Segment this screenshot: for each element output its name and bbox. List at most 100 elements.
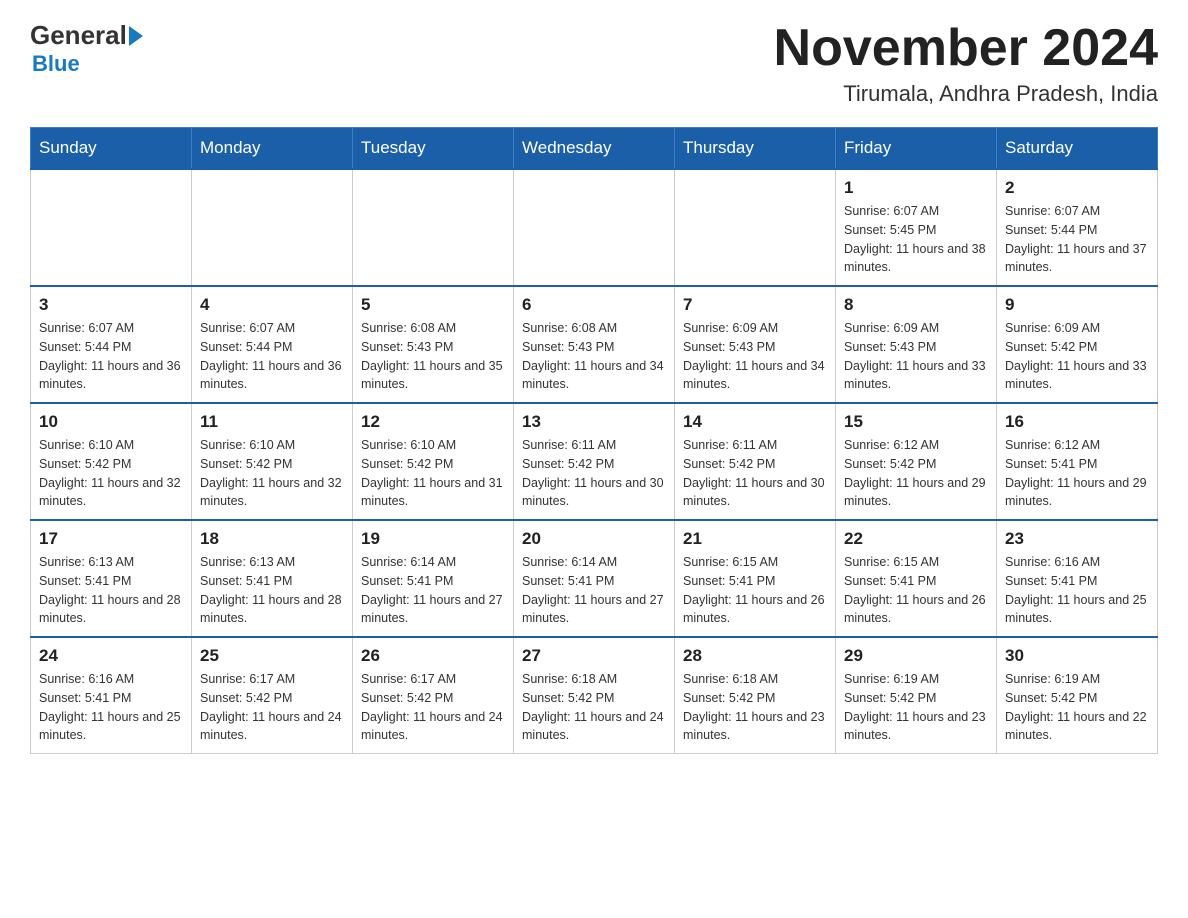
logo-arrow-icon [129,26,143,46]
day-number: 9 [1005,295,1149,315]
calendar-cell: 23 Sunrise: 6:16 AMSunset: 5:41 PMDayligh… [997,520,1158,637]
day-info: Sunrise: 6:12 AMSunset: 5:42 PMDaylight:… [844,436,988,511]
day-info: Sunrise: 6:17 AMSunset: 5:42 PMDaylight:… [361,670,505,745]
day-info: Sunrise: 6:08 AMSunset: 5:43 PMDaylight:… [361,319,505,394]
calendar-cell: 29Sunrise: 6:19 AMSunset: 5:42 PMDayligh… [836,637,997,754]
calendar-cell [514,169,675,286]
calendar-cell: 30Sunrise: 6:19 AMSunset: 5:42 PMDayligh… [997,637,1158,754]
calendar-cell [192,169,353,286]
day-info: Sunrise: 6:07 AMSunset: 5:44 PMDaylight:… [200,319,344,394]
calendar-cell: 7 Sunrise: 6:09 AMSunset: 5:43 PMDaylight… [675,286,836,403]
calendar-cell: 27Sunrise: 6:18 AMSunset: 5:42 PMDayligh… [514,637,675,754]
location: Tirumala, Andhra Pradesh, India [774,81,1158,107]
calendar-cell: 4 Sunrise: 6:07 AMSunset: 5:44 PMDaylight… [192,286,353,403]
day-info: Sunrise: 6:12 AMSunset: 5:41 PMDaylight:… [1005,436,1149,511]
calendar-cell: 18 Sunrise: 6:13 AMSunset: 5:41 PMDayligh… [192,520,353,637]
day-info: Sunrise: 6:17 AMSunset: 5:42 PMDaylight:… [200,670,344,745]
day-info: Sunrise: 6:08 AMSunset: 5:43 PMDaylight:… [522,319,666,394]
title-area: November 2024 Tirumala, Andhra Pradesh, … [774,20,1158,107]
calendar-cell: 2 Sunrise: 6:07 AMSunset: 5:44 PMDaylight… [997,169,1158,286]
logo-text: General [30,20,145,51]
month-title: November 2024 [774,20,1158,77]
week-row-4: 17Sunrise: 6:13 AMSunset: 5:41 PMDayligh… [31,520,1158,637]
calendar-cell: 20 Sunrise: 6:14 AMSunset: 5:41 PMDayligh… [514,520,675,637]
day-number: 14 [683,412,827,432]
day-number: 22 [844,529,988,549]
col-header-thursday: Thursday [675,128,836,170]
calendar-cell: 16 Sunrise: 6:12 AMSunset: 5:41 PMDayligh… [997,403,1158,520]
logo-general: General [30,20,127,51]
calendar-cell: 24 Sunrise: 6:16 AMSunset: 5:41 PMDayligh… [31,637,192,754]
day-info: Sunrise: 6:18 AMSunset: 5:42 PMDaylight:… [522,670,666,745]
logo: General Blue [30,20,145,77]
logo-blue-text: Blue [32,51,80,77]
calendar-cell: 13Sunrise: 6:11 AMSunset: 5:42 PMDayligh… [514,403,675,520]
day-number: 30 [1005,646,1149,666]
col-header-tuesday: Tuesday [353,128,514,170]
day-number: 1 [844,178,988,198]
calendar-cell: 26 Sunrise: 6:17 AMSunset: 5:42 PMDayligh… [353,637,514,754]
day-number: 24 [39,646,183,666]
day-number: 5 [361,295,505,315]
calendar-cell: 15Sunrise: 6:12 AMSunset: 5:42 PMDayligh… [836,403,997,520]
day-number: 12 [361,412,505,432]
day-info: Sunrise: 6:13 AMSunset: 5:41 PMDaylight:… [39,553,183,628]
day-info: Sunrise: 6:07 AMSunset: 5:44 PMDaylight:… [1005,202,1149,277]
day-number: 26 [361,646,505,666]
calendar-cell: 11 Sunrise: 6:10 AMSunset: 5:42 PMDayligh… [192,403,353,520]
calendar-cell: 17Sunrise: 6:13 AMSunset: 5:41 PMDayligh… [31,520,192,637]
day-info: Sunrise: 6:07 AMSunset: 5:45 PMDaylight:… [844,202,988,277]
day-number: 23 [1005,529,1149,549]
day-number: 13 [522,412,666,432]
week-row-2: 3 Sunrise: 6:07 AMSunset: 5:44 PMDaylight… [31,286,1158,403]
day-info: Sunrise: 6:10 AMSunset: 5:42 PMDaylight:… [200,436,344,511]
day-info: Sunrise: 6:16 AMSunset: 5:41 PMDaylight:… [39,670,183,745]
calendar-cell: 10 Sunrise: 6:10 AMSunset: 5:42 PMDayligh… [31,403,192,520]
col-header-monday: Monday [192,128,353,170]
day-info: Sunrise: 6:15 AMSunset: 5:41 PMDaylight:… [683,553,827,628]
day-info: Sunrise: 6:09 AMSunset: 5:43 PMDaylight:… [683,319,827,394]
day-info: Sunrise: 6:14 AMSunset: 5:41 PMDaylight:… [361,553,505,628]
day-info: Sunrise: 6:10 AMSunset: 5:42 PMDaylight:… [39,436,183,511]
day-number: 28 [683,646,827,666]
calendar-cell: 1 Sunrise: 6:07 AMSunset: 5:45 PMDaylight… [836,169,997,286]
day-number: 18 [200,529,344,549]
day-info: Sunrise: 6:14 AMSunset: 5:41 PMDaylight:… [522,553,666,628]
calendar-cell: 3 Sunrise: 6:07 AMSunset: 5:44 PMDaylight… [31,286,192,403]
day-number: 6 [522,295,666,315]
day-number: 2 [1005,178,1149,198]
calendar-cell: 22 Sunrise: 6:15 AMSunset: 5:41 PMDayligh… [836,520,997,637]
day-info: Sunrise: 6:15 AMSunset: 5:41 PMDaylight:… [844,553,988,628]
day-number: 7 [683,295,827,315]
day-info: Sunrise: 6:19 AMSunset: 5:42 PMDaylight:… [844,670,988,745]
day-number: 11 [200,412,344,432]
day-number: 3 [39,295,183,315]
calendar-cell [31,169,192,286]
calendar-cell [353,169,514,286]
week-row-3: 10 Sunrise: 6:10 AMSunset: 5:42 PMDayligh… [31,403,1158,520]
day-number: 4 [200,295,344,315]
calendar-header-row: SundayMondayTuesdayWednesdayThursdayFrid… [31,128,1158,170]
day-number: 20 [522,529,666,549]
day-number: 16 [1005,412,1149,432]
day-number: 8 [844,295,988,315]
day-number: 10 [39,412,183,432]
day-info: Sunrise: 6:11 AMSunset: 5:42 PMDaylight:… [683,436,827,511]
calendar-cell: 6 Sunrise: 6:08 AMSunset: 5:43 PMDaylight… [514,286,675,403]
col-header-saturday: Saturday [997,128,1158,170]
col-header-friday: Friday [836,128,997,170]
calendar-cell: 14 Sunrise: 6:11 AMSunset: 5:42 PMDayligh… [675,403,836,520]
day-number: 19 [361,529,505,549]
day-info: Sunrise: 6:09 AMSunset: 5:42 PMDaylight:… [1005,319,1149,394]
calendar-table: SundayMondayTuesdayWednesdayThursdayFrid… [30,127,1158,754]
day-info: Sunrise: 6:13 AMSunset: 5:41 PMDaylight:… [200,553,344,628]
calendar-cell: 9 Sunrise: 6:09 AMSunset: 5:42 PMDaylight… [997,286,1158,403]
page-header: General Blue November 2024 Tirumala, And… [30,20,1158,107]
calendar-cell: 12Sunrise: 6:10 AMSunset: 5:42 PMDayligh… [353,403,514,520]
calendar-cell: 5 Sunrise: 6:08 AMSunset: 5:43 PMDaylight… [353,286,514,403]
week-row-5: 24 Sunrise: 6:16 AMSunset: 5:41 PMDayligh… [31,637,1158,754]
calendar-cell: 28Sunrise: 6:18 AMSunset: 5:42 PMDayligh… [675,637,836,754]
col-header-wednesday: Wednesday [514,128,675,170]
day-info: Sunrise: 6:07 AMSunset: 5:44 PMDaylight:… [39,319,183,394]
day-info: Sunrise: 6:16 AMSunset: 5:41 PMDaylight:… [1005,553,1149,628]
